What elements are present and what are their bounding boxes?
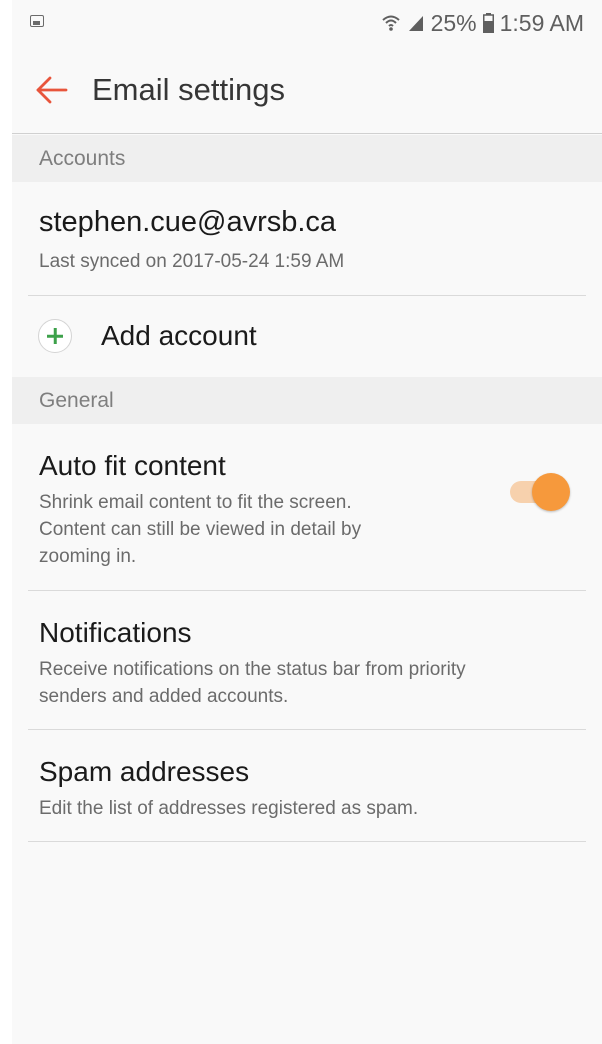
arrow-left-icon [36, 76, 68, 104]
section-header-accounts: Accounts [12, 135, 602, 182]
plus-circle-icon [38, 319, 72, 353]
spam-addresses-setting[interactable]: Spam addresses Edit the list of addresse… [12, 730, 602, 841]
auto-fit-description-line2: Content can still be viewed in detail by [39, 519, 362, 540]
status-time: 1:59 AM [499, 9, 584, 36]
account-item[interactable]: stephen.cue@avrsb.ca Last synced on 2017… [12, 182, 602, 295]
wifi-icon [381, 15, 400, 31]
app-header: Email settings [12, 46, 602, 134]
auto-fit-content-setting[interactable]: Auto fit content Shrink email content to… [12, 424, 602, 590]
status-bar: 25% 1:59 AM [12, 0, 602, 46]
status-indicators: 25% 1:59 AM [381, 8, 584, 38]
gallery-notification-icon [30, 15, 44, 27]
divider [28, 841, 586, 842]
auto-fit-toggle[interactable] [510, 473, 572, 511]
page-title: Email settings [92, 72, 285, 107]
notifications-setting[interactable]: Notifications Receive notifications on t… [12, 591, 602, 729]
battery-percent: 25% [430, 9, 477, 36]
add-account-label: Add account [101, 320, 257, 351]
notifications-title: Notifications [39, 617, 192, 648]
section-header-general: General [12, 377, 602, 424]
auto-fit-title: Auto fit content [39, 450, 226, 481]
notifications-description-line2: senders and added accounts. [39, 686, 289, 707]
account-last-synced: Last synced on 2017-05-24 1:59 AM [39, 251, 345, 272]
back-button[interactable] [32, 70, 72, 110]
battery-icon [482, 13, 494, 33]
notifications-description-line1: Receive notifications on the status bar … [39, 659, 466, 680]
toggle-thumb [532, 473, 570, 511]
spam-addresses-description: Edit the list of addresses registered as… [39, 798, 419, 819]
add-account-button[interactable]: Add account [12, 296, 602, 377]
spam-addresses-title: Spam addresses [39, 756, 250, 787]
auto-fit-description-line1: Shrink email content to fit the screen. [39, 492, 352, 513]
account-email: stephen.cue@avrsb.ca [39, 206, 337, 238]
email-settings-screen: 25% 1:59 AM Email settings Accounts step… [12, 0, 602, 1044]
signal-icon [408, 16, 423, 31]
auto-fit-description-line3: zooming in. [39, 546, 137, 567]
